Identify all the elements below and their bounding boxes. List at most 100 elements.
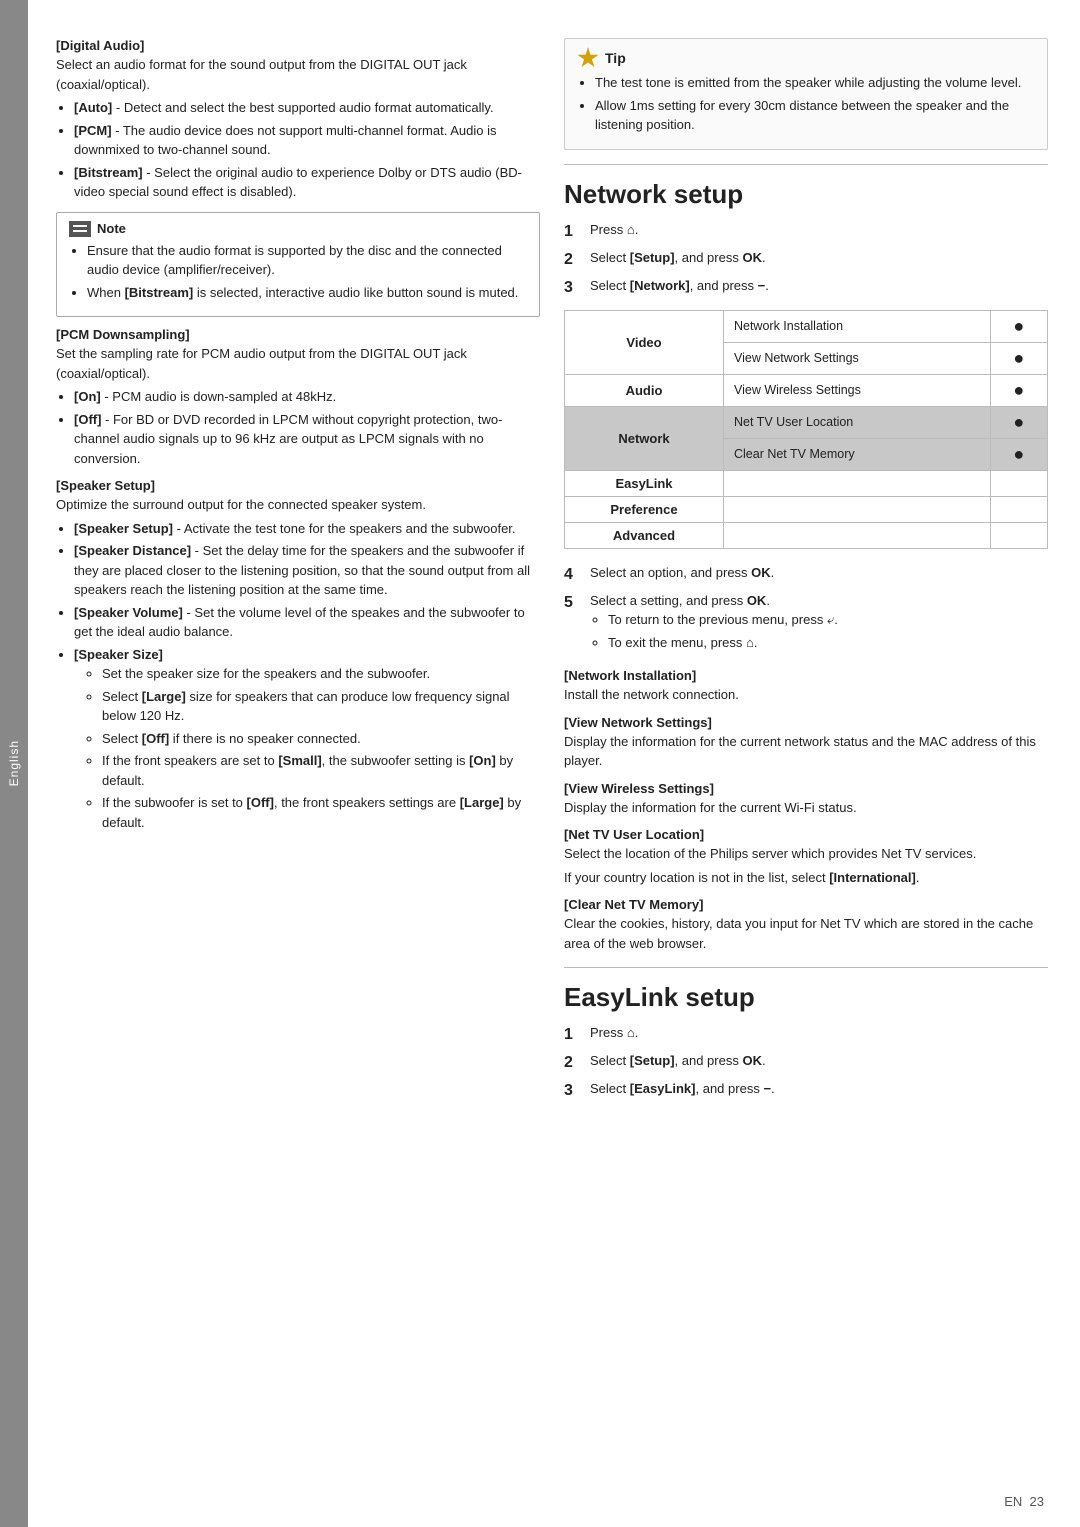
list-item: If the front speakers are set to [Small]… <box>102 751 540 790</box>
list-item: Allow 1ms setting for every 30cm distanc… <box>595 96 1035 135</box>
menu-cat-network: Network <box>565 406 724 470</box>
menu-table: Video Network Installation ● View Networ… <box>564 310 1048 549</box>
easylink-heading: EasyLink setup <box>564 982 1048 1013</box>
list-item: [Bitstream] - Select the original audio … <box>74 163 540 202</box>
list-item: Select [Off] if there is no speaker conn… <box>102 729 540 749</box>
digital-audio-list: [Auto] - Detect and select the best supp… <box>74 98 540 202</box>
view-network-heading: [View Network Settings] <box>564 715 1048 730</box>
divider <box>564 164 1048 165</box>
menu-item-view-wireless: View Wireless Settings <box>723 374 990 406</box>
tip-icon <box>577 47 599 69</box>
menu-cat-advanced: Advanced <box>565 522 724 548</box>
menu-item-view-network: View Network Settings <box>723 342 990 374</box>
list-item: To exit the menu, press ⌂. <box>608 633 838 653</box>
list-item: Select [Large] size for speakers that ca… <box>102 687 540 726</box>
step-3: 3 Select [Network], and press −. <box>564 276 1048 300</box>
note-header: Note <box>69 221 527 237</box>
list-item: [Speaker Volume] - Set the volume level … <box>74 603 540 642</box>
list-item: To return to the previous menu, press ⤶. <box>608 610 838 630</box>
note-icon <box>69 221 91 237</box>
menu-item-empty1 <box>723 470 990 496</box>
table-row: Audio View Wireless Settings ● <box>565 374 1048 406</box>
network-steps: 1 Press ⌂. 2 Select [Setup], and press O… <box>564 220 1048 300</box>
page-number: EN 23 <box>1004 1494 1044 1509</box>
view-wireless-heading: [View Wireless Settings] <box>564 781 1048 796</box>
pcm-intro: Set the sampling rate for PCM audio outp… <box>56 344 540 383</box>
dot-cell: ● <box>990 438 1047 470</box>
dot-cell: ● <box>990 342 1047 374</box>
pcm-heading: [PCM Downsampling] <box>56 327 540 342</box>
speaker-intro: Optimize the surround output for the con… <box>56 495 540 515</box>
table-row-highlight: Network Net TV User Location ● <box>565 406 1048 438</box>
menu-cat-video: Video <box>565 310 724 374</box>
pcm-list: [On] - PCM audio is down-sampled at 48kH… <box>74 387 540 468</box>
digital-audio-heading: [Digital Audio] <box>56 38 540 53</box>
dot-cell: ● <box>990 310 1047 342</box>
divider2 <box>564 967 1048 968</box>
menu-item-clear-net: Clear Net TV Memory <box>723 438 990 470</box>
list-item: [Speaker Distance] - Set the delay time … <box>74 541 540 600</box>
easylink-step-3: 3 Select [EasyLink], and press −. <box>564 1079 1048 1103</box>
home-icon2: ⌂ <box>627 1023 635 1043</box>
net-tv-location-heading: [Net TV User Location] <box>564 827 1048 842</box>
view-wireless-text: Display the information for the current … <box>564 798 1048 818</box>
table-row: Advanced <box>565 522 1048 548</box>
step-4: 4 Select an option, and press OK. <box>564 563 1048 587</box>
network-steps-after: 4 Select an option, and press OK. 5 Sele… <box>564 563 1048 659</box>
home-icon: ⌂ <box>627 220 635 240</box>
speaker-heading: [Speaker Setup] <box>56 478 540 493</box>
menu-item-empty2 <box>723 496 990 522</box>
list-item: [Auto] - Detect and select the best supp… <box>74 98 540 118</box>
step-1: 1 Press ⌂. <box>564 220 1048 244</box>
network-installation-heading: [Network Installation] <box>564 668 1048 683</box>
step-2: 2 Select [Setup], and press OK. <box>564 248 1048 272</box>
tip-label: Tip <box>605 50 626 66</box>
menu-cat-easylink: EasyLink <box>565 470 724 496</box>
table-row: EasyLink <box>565 470 1048 496</box>
list-item: When [Bitstream] is selected, interactiv… <box>87 283 527 303</box>
network-installation-text: Install the network connection. <box>564 685 1048 705</box>
dot-cell-empty2 <box>990 496 1047 522</box>
speaker-size-sublist: Set the speaker size for the speakers an… <box>102 664 540 832</box>
right-column: Tip The test tone is emitted from the sp… <box>564 28 1048 1499</box>
menu-cat-preference: Preference <box>565 496 724 522</box>
tip-list: The test tone is emitted from the speake… <box>595 73 1035 135</box>
left-column: [Digital Audio] Select an audio format f… <box>56 28 540 1499</box>
list-item: [Speaker Size] Set the speaker size for … <box>74 645 540 833</box>
list-item: Ensure that the audio format is supporte… <box>87 241 527 280</box>
note-list: Ensure that the audio format is supporte… <box>87 241 527 303</box>
list-item: [PCM] - The audio device does not suppor… <box>74 121 540 160</box>
dot-cell: ● <box>990 406 1047 438</box>
list-item: [Off] - For BD or DVD recorded in LPCM w… <box>74 410 540 469</box>
easylink-steps: 1 Press ⌂. 2 Select [Setup], and press O… <box>564 1023 1048 1103</box>
tip-box: Tip The test tone is emitted from the sp… <box>564 38 1048 150</box>
language-tab: English <box>0 0 28 1527</box>
list-item: The test tone is emitted from the speake… <box>595 73 1035 93</box>
tip-header: Tip <box>577 47 1035 69</box>
list-item: If the subwoofer is set to [Off], the fr… <box>102 793 540 832</box>
net-tv-location-text2: If your country location is not in the l… <box>564 868 1048 888</box>
language-label: English <box>7 740 21 786</box>
step-5: 5 Select a setting, and press OK. To ret… <box>564 591 1048 659</box>
easylink-step-1: 1 Press ⌂. <box>564 1023 1048 1047</box>
table-row: Preference <box>565 496 1048 522</box>
return-bullets: To return to the previous menu, press ⤶.… <box>608 610 838 652</box>
network-setup-heading: Network setup <box>564 179 1048 210</box>
menu-item-network-installation: Network Installation <box>723 310 990 342</box>
menu-item-empty3 <box>723 522 990 548</box>
dot-cell-empty3 <box>990 522 1047 548</box>
clear-net-text: Clear the cookies, history, data you inp… <box>564 914 1048 953</box>
list-item: [Speaker Setup] - Activate the test tone… <box>74 519 540 539</box>
menu-cat-audio: Audio <box>565 374 724 406</box>
list-item: Set the speaker size for the speakers an… <box>102 664 540 684</box>
table-row: Video Network Installation ● <box>565 310 1048 342</box>
dot-cell: ● <box>990 374 1047 406</box>
note-box: Note Ensure that the audio format is sup… <box>56 212 540 318</box>
view-network-text: Display the information for the current … <box>564 732 1048 771</box>
list-item: [On] - PCM audio is down-sampled at 48kH… <box>74 387 540 407</box>
easylink-step-2: 2 Select [Setup], and press OK. <box>564 1051 1048 1075</box>
dot-cell-empty1 <box>990 470 1047 496</box>
speaker-list: [Speaker Setup] - Activate the test tone… <box>74 519 540 833</box>
digital-audio-intro: Select an audio format for the sound out… <box>56 55 540 94</box>
net-tv-location-text1: Select the location of the Philips serve… <box>564 844 1048 864</box>
